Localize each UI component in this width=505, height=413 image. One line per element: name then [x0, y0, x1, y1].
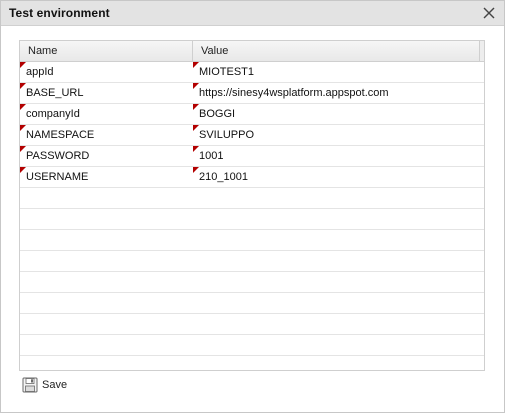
dirty-marker-icon	[20, 167, 26, 173]
cell-name-text: NAMESPACE	[26, 129, 95, 141]
dirty-marker-icon	[20, 62, 26, 68]
cell-name[interactable]: companyId	[20, 104, 193, 125]
table-row[interactable]: PASSWORD 1001	[20, 146, 484, 167]
cell-value-text: 1001	[199, 150, 224, 162]
cell-name[interactable]: NAMESPACE	[20, 125, 193, 146]
dialog-toolbar: Save	[19, 372, 483, 398]
column-header-name[interactable]: Name	[20, 41, 193, 61]
column-header-value[interactable]: Value	[193, 41, 480, 61]
table-row[interactable]: companyId BOGGI	[20, 104, 484, 125]
save-button[interactable]: Save	[22, 376, 67, 394]
dirty-marker-icon	[193, 125, 199, 131]
table-row[interactable]: BASE_URL https://sinesy4wsplatform.appspo…	[20, 83, 484, 104]
properties-grid: Name Value appId MIOTEST1 BASE_URL https://…	[19, 40, 485, 371]
empty-row	[20, 188, 484, 209]
cell-name[interactable]: BASE_URL	[20, 83, 193, 104]
empty-row	[20, 314, 484, 335]
table-row[interactable]: appId MIOTEST1	[20, 62, 484, 83]
cell-value[interactable]: BOGGI	[193, 104, 484, 125]
cell-value[interactable]: 1001	[193, 146, 484, 167]
cell-name-text: BASE_URL	[26, 87, 84, 99]
grid-header: Name Value	[20, 41, 484, 62]
empty-row	[20, 230, 484, 251]
dialog-title: Test environment	[9, 6, 110, 20]
cell-value[interactable]: MIOTEST1	[193, 62, 484, 83]
dirty-marker-icon	[20, 146, 26, 152]
dirty-marker-icon	[20, 104, 26, 110]
close-icon	[483, 7, 495, 19]
cell-value-text: 210_1001	[199, 171, 248, 183]
empty-row	[20, 272, 484, 293]
grid-rows: appId MIOTEST1 BASE_URL https://sinesy4wspl…	[20, 62, 484, 356]
cell-value[interactable]: https://sinesy4wsplatform.appspot.com	[193, 83, 484, 104]
cell-name-text: USERNAME	[26, 171, 89, 183]
cell-name-text: PASSWORD	[26, 150, 90, 162]
dirty-marker-icon	[193, 62, 199, 68]
cell-value-text: https://sinesy4wsplatform.appspot.com	[199, 87, 389, 99]
cell-name-text: appId	[26, 66, 54, 78]
dirty-marker-icon	[193, 104, 199, 110]
table-row[interactable]: USERNAME 210_1001	[20, 167, 484, 188]
cell-value-text: SVILUPPO	[199, 129, 255, 141]
dirty-marker-icon	[20, 83, 26, 89]
close-button[interactable]	[480, 4, 498, 22]
cell-name[interactable]: PASSWORD	[20, 146, 193, 167]
cell-name[interactable]: appId	[20, 62, 193, 83]
save-label: Save	[42, 379, 68, 391]
cell-value[interactable]: SVILUPPO	[193, 125, 484, 146]
cell-value[interactable]: 210_1001	[193, 167, 484, 188]
empty-row	[20, 293, 484, 314]
cell-value-text: BOGGI	[199, 108, 236, 120]
empty-row	[20, 209, 484, 230]
dialog-titlebar: Test environment	[1, 1, 504, 26]
cell-name-text: companyId	[26, 108, 80, 120]
dirty-marker-icon	[193, 167, 199, 173]
table-row[interactable]: NAMESPACE SVILUPPO	[20, 125, 484, 146]
dirty-marker-icon	[193, 146, 199, 152]
header-scroll-stub	[479, 41, 484, 61]
dirty-marker-icon	[20, 125, 26, 131]
test-environment-dialog: Test environment Name Value appId MIOTEST…	[0, 0, 505, 413]
floppy-disk-icon	[22, 377, 38, 393]
empty-row	[20, 335, 484, 356]
empty-row	[20, 251, 484, 272]
cell-name[interactable]: USERNAME	[20, 167, 193, 188]
cell-value-text: MIOTEST1	[199, 66, 255, 78]
dirty-marker-icon	[193, 83, 199, 89]
